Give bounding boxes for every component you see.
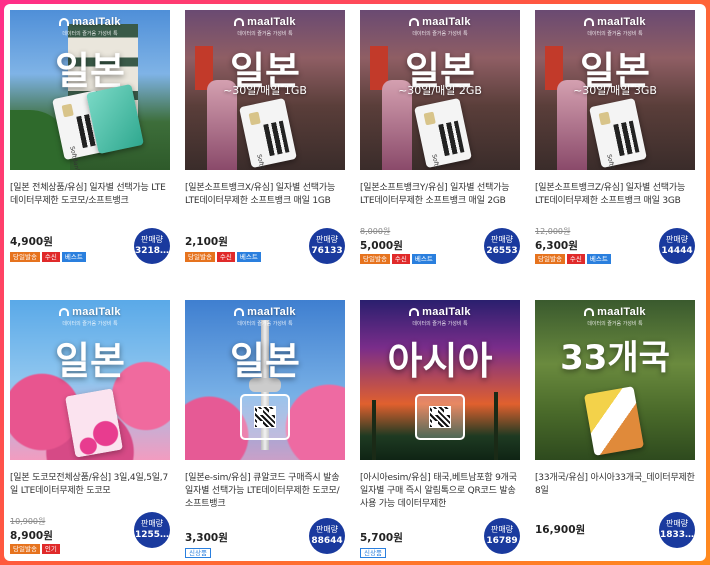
product-title[interactable]: [일본e-sim/유심] 큐알코드 구매즉시 발송 일자별 선택가능 LTE데이… [185, 472, 345, 511]
product-image[interactable]: maaITalk 데이터의 즐거움 가성비 톡 일본 ~30일/매일 2GB S… [360, 10, 520, 170]
product-image[interactable]: maaITalk 데이터의 즐거움 가성비 톡 일본 [10, 300, 170, 460]
tag-list: 당일발송 수신 베스트 [10, 252, 88, 262]
tag-list: 당일발송 수신 베스트 [185, 252, 263, 262]
brand-logo: maaITalk [360, 306, 520, 318]
plan-label: ~30일/매일 3GB [573, 84, 657, 97]
product-title[interactable]: [일본 도코모전체상품/유심] 3일,4일,5일,7일 LTE데이터무제한 도코… [10, 472, 170, 498]
tag-same-day: 당일발송 [10, 252, 40, 262]
brand-logo: maaITalk [535, 16, 695, 28]
sales-badge: 판매량 1255… [134, 512, 170, 548]
tag-receive: 수신 [566, 254, 585, 264]
brand-tagline: 데이터의 즐거움 가성비 톡 [237, 31, 293, 37]
product-price: 5,000원 [360, 240, 403, 252]
product-image[interactable]: maaITalk 데이터의 즐거움 가성비 톡 33개국 [535, 300, 695, 460]
sales-badge: 판매량 26553 [484, 228, 520, 264]
tag-list: 신상품 [185, 548, 213, 558]
sim-card-icon: SoftBank [414, 97, 472, 170]
tag-new: 신상품 [185, 548, 211, 558]
product-price: 16,900원 [535, 524, 586, 536]
brand-tagline: 데이터의 즐거움 가성비 톡 [587, 31, 643, 37]
tag-same-day: 당일발송 [185, 252, 215, 262]
product-price: 8,900원 [10, 530, 53, 542]
sales-badge: 판매량 14444 [659, 228, 695, 264]
qr-code-icon [415, 394, 465, 440]
brand-tagline: 데이터의 즐거움 가성비 톡 [62, 31, 118, 37]
destination-label: 일본 [230, 339, 300, 383]
product-price: 6,300원 [535, 240, 578, 252]
tag-receive: 수신 [41, 252, 60, 262]
tag-list: 당일발송 인기 [10, 544, 62, 554]
sim-card-icon: SoftBank [589, 97, 647, 170]
product-image[interactable]: maaITalk 데이터의 즐거움 가성비 톡 일본 SoftBank [10, 10, 170, 170]
brand-tagline: 데이터의 즐거움 가성비 톡 [412, 321, 468, 327]
sim-card-icon [583, 386, 645, 456]
destination-label: 일본 [55, 339, 125, 383]
tag-same-day: 당일발송 [360, 254, 390, 264]
destination-label: 33개국 [560, 338, 670, 378]
tag-list: 신상품 [360, 548, 388, 558]
product-grid: maaITalk 데이터의 즐거움 가성비 톡 일본 SoftBank [일본 … [4, 4, 706, 561]
original-price: 10,900원 [10, 517, 46, 526]
tag-receive: 수신 [391, 254, 410, 264]
product-image[interactable]: maaITalk 데이터의 즐거움 가성비 톡 아시아 [360, 300, 520, 460]
tag-list: 당일발송 수신 베스트 [535, 254, 613, 264]
product-title[interactable]: [일본소프트뱅크Z/유심] 일자별 선택가능 LTE데이터무제한 소프트뱅크 매… [535, 182, 695, 208]
sim-card-icon [64, 388, 124, 458]
original-price: 8,000원 [360, 227, 391, 236]
qr-code-icon [240, 394, 290, 440]
brand-logo: maaITalk [185, 306, 345, 318]
sales-badge: 판매량 16789 [484, 518, 520, 554]
tag-popular: 인기 [41, 544, 60, 554]
product-price: 5,700원 [360, 532, 403, 544]
brand-tagline: 데이터의 즐거움 가성비 톡 [587, 321, 643, 327]
sales-badge: 판매량 76133 [309, 228, 345, 264]
product-image[interactable]: maaITalk 데이터의 즐거움 가성비 톡 일본 ~30일/매일 3GB S… [535, 10, 695, 170]
product-price: 2,100원 [185, 236, 228, 248]
destination-label: 아시아 [387, 339, 493, 383]
tag-receive: 수신 [216, 252, 235, 262]
brand-logo: maaITalk [10, 306, 170, 318]
palm-tree [372, 400, 376, 460]
product-title[interactable]: [일본 전체상품/유심] 일자별 선택가능 LTE 데이터무제한 도코모/소프트… [10, 182, 170, 208]
destination-label: 일본 [55, 49, 125, 93]
plan-label: ~30일/매일 1GB [223, 84, 307, 97]
product-price: 4,900원 [10, 236, 53, 248]
sales-badge: 판매량 88644 [309, 518, 345, 554]
product-image[interactable]: maaITalk 데이터의 즐거움 가성비 톡 일본 ~30일/매일 1GB S… [185, 10, 345, 170]
product-price: 3,300원 [185, 532, 228, 544]
brand-logo: maaITalk [10, 16, 170, 28]
palm-tree [494, 392, 498, 460]
tag-same-day: 당일발송 [535, 254, 565, 264]
tag-list: 당일발송 수신 베스트 [360, 254, 438, 264]
tag-same-day: 당일발송 [10, 544, 40, 554]
product-title[interactable]: [일본소프트뱅크Y/유심] 일자별 선택가능 LTE데이터무제한 소프트뱅크 매… [360, 182, 520, 208]
sales-badge: 판매량 1833… [659, 512, 695, 548]
tag-new: 신상품 [360, 548, 386, 558]
product-title[interactable]: [아시아esim/유심] 태국,베트남포함 9개국 일자별 구매 즉시 알림톡으… [360, 472, 520, 511]
brand-tagline: 데이터의 즐거움 가성비 톡 [237, 321, 293, 327]
product-title[interactable]: [일본소프트뱅크X/유심] 일자별 선택가능 LTE데이터무제한 소프트뱅크 매… [185, 182, 345, 208]
brand-tagline: 데이터의 즐거움 가성비 톡 [62, 321, 118, 327]
brand-logo: maaITalk [360, 16, 520, 28]
tag-best: 베스트 [586, 254, 611, 264]
product-title[interactable]: [33개국/유심] 아시아33개국_데이터무제한 8일 [535, 472, 695, 498]
product-image[interactable]: maaITalk 데이터의 즐거움 가성비 톡 일본 [185, 300, 345, 460]
tag-best: 베스트 [61, 252, 86, 262]
sales-badge: 판매량 3218… [134, 228, 170, 264]
tag-best: 베스트 [411, 254, 436, 264]
brand-tagline: 데이터의 즐거움 가성비 톡 [412, 31, 468, 37]
plan-label: ~30일/매일 2GB [398, 84, 482, 97]
brand-logo: maaITalk [185, 16, 345, 28]
original-price: 12,000원 [535, 227, 571, 236]
brand-logo: maaITalk [535, 306, 695, 318]
tag-best: 베스트 [236, 252, 261, 262]
sim-card-icon: SoftBank [239, 97, 297, 170]
